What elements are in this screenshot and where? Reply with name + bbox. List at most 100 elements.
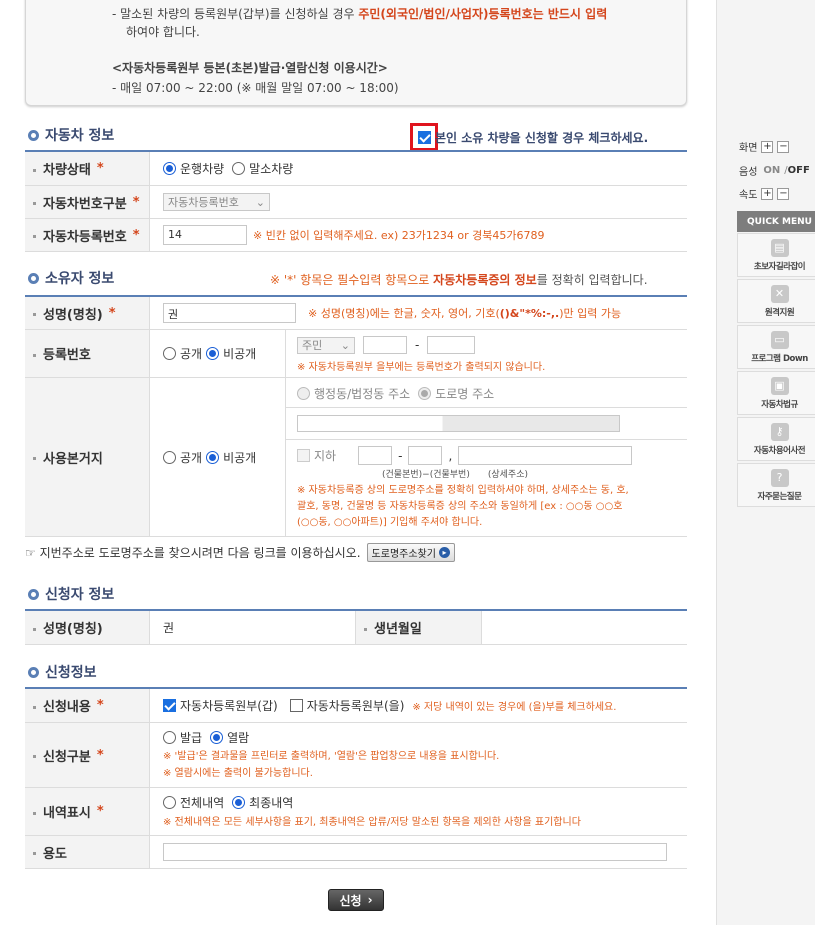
owner-regnum-row: 등록번호 공개 비공개 주민 ⌄ - ※ 자동차등록원부 을부에는 등록번호가 출…	[25, 330, 687, 378]
applicant-row: 성명(명칭) 권 생년월일	[25, 611, 687, 645]
owner-address-label: 사용본거지	[25, 378, 150, 536]
history-label: 내역표시 *	[25, 788, 150, 835]
number-type-label: 자동차번호구분 *	[25, 186, 150, 218]
zoom-out-button[interactable]: −	[777, 140, 790, 153]
request-type-label: 신청구분 *	[25, 723, 150, 787]
request-table: 신청내용 * 자동차등록원부(갑) 자동차등록원부(을) ※ 저당 내역이 있는 …	[25, 687, 687, 869]
voice-on-toggle[interactable]: ON	[763, 165, 780, 176]
key-icon: ⚷	[770, 422, 789, 441]
voice-off-toggle[interactable]: OFF	[788, 165, 810, 176]
own-vehicle-checkbox[interactable]	[418, 131, 431, 144]
request-content-note: ※ 저당 내역이 있는 경우에 (을)부를 체크하세요.	[412, 702, 617, 713]
vehicle-status-row: 차량상태 * 운행차량 말소차량	[25, 152, 687, 186]
history-all-radio[interactable]: 전체내역	[163, 794, 224, 811]
notice-line1: - 말소된 차량의 등록원부(갑부)를 신청하실 경우 주민(외국인/법인/사업…	[112, 7, 608, 21]
reg-number-label: 자동차등록번호 *	[25, 219, 150, 251]
bldg-sub-input[interactable]	[408, 446, 443, 465]
speed-control: 속도 + −	[739, 187, 790, 201]
view-radio[interactable]: 열람	[210, 729, 249, 746]
owner-name-input[interactable]: 권	[163, 303, 296, 323]
speed-up-button[interactable]: +	[761, 187, 774, 200]
basement-checkbox[interactable]: 지하	[297, 447, 336, 464]
quick-remote-support[interactable]: ✕ 원격지원	[737, 279, 815, 323]
purpose-row: 용도	[25, 836, 687, 869]
road-address-search-button[interactable]: 도로명주소찾기 ▸	[366, 543, 455, 562]
quick-menu-header: QUICK MENU	[737, 211, 815, 232]
history-final-radio[interactable]: 최종내역	[232, 794, 293, 811]
own-vehicle-checkbox-row[interactable]: 본인 소유 차량을 신청할 경우 체크하세요.	[418, 129, 648, 146]
owner-address-row: 사용본거지 공개 비공개 행정동/법정동 주소 도로명 주소 지하 - , (건…	[25, 378, 687, 537]
applicant-name-label: 성명(명칭)	[25, 611, 150, 644]
monitor-icon: ▭	[770, 330, 789, 349]
submit-button[interactable]: 신청 ›	[328, 889, 384, 911]
history-note: ※ 전체내역은 모든 세부사항을 표기, 최종내역은 압류/저당 말소된 항목을…	[163, 817, 581, 828]
request-content-row: 신청내용 * 자동차등록원부(갑) 자동차등록원부(을) ※ 저당 내역이 있는 …	[25, 689, 687, 723]
right-sidebar: 화면 + − 음성 ON / OFF 속도 + − QUICK MENU ▤ 초보자길…	[716, 0, 815, 925]
vehicle-table: 차량상태 * 운행차량 말소차량 자동차번호구분 * 자동차등록번호 ⌄ 자동차등록번…	[25, 150, 687, 252]
regnum-private-radio[interactable]: 비공개	[206, 345, 256, 362]
detail-address-input[interactable]	[458, 446, 633, 465]
screen-zoom-control: 화면 + −	[739, 140, 790, 154]
document-icon: ▤	[770, 238, 789, 257]
addr-captions: (건물본번)−(건물부번) (상세주소)	[382, 470, 529, 480]
request-type-row: 신청구분 * 발급 열람 ※ '발급'은 결과물을 프린터로 출력하며, '열람'…	[25, 723, 687, 788]
bldg-main-input[interactable]	[358, 446, 393, 465]
owner-table: 성명(명칭) * 권 ※ 성명(명칭)에는 한글, 숫자, 영어, 기호(()&"…	[25, 295, 687, 537]
addr-admin-radio[interactable]: 행정동/법정동 주소	[297, 385, 410, 402]
purpose-label: 용도	[25, 836, 150, 868]
zoom-in-button[interactable]: +	[761, 140, 774, 153]
voice-control: 음성 ON / OFF	[739, 165, 810, 178]
quick-program-download[interactable]: ▭ 프로그램 Down	[737, 325, 815, 369]
reg-number-row: 자동차등록번호 * 14 ※ 빈칸 없이 입력해주세요. ex) 23가1234 …	[25, 219, 687, 252]
notice-box: - 말소된 차량의 등록원부(갑부)를 신청하실 경우 주민(외국인/법인/사업…	[25, 0, 687, 106]
owner-name-hint: ※ 성명(명칭)에는 한글, 숫자, 영어, 기호(()&"*%:-,.)만 입…	[308, 307, 622, 320]
register-a-checkbox[interactable]: 자동차등록원부(갑)	[163, 697, 278, 714]
request-type-note: ※ '발급'은 결과물을 프린터로 출력하며, '열람'은 팝업창으로 내용을 …	[163, 751, 500, 779]
hours-text: - 매일 07:00 ~ 22:00 (※ 매월 말일 07:00 ~ 18:0…	[112, 81, 399, 95]
applicant-table: 성명(명칭) 권 생년월일	[25, 609, 687, 645]
chevron-right-icon: ▸	[438, 547, 450, 558]
register-b-checkbox[interactable]: 자동차등록원부(을)	[289, 697, 404, 714]
owner-name-label: 성명(명칭) *	[25, 297, 150, 329]
notice-line2: 하여야 합니다.	[126, 25, 200, 39]
addr-private-radio[interactable]: 비공개	[206, 449, 256, 466]
owner-name-row: 성명(명칭) * 권 ※ 성명(명칭)에는 한글, 숫자, 영어, 기호(()&"…	[25, 297, 687, 330]
id-type-select[interactable]: 주민 ⌄	[297, 336, 355, 354]
id-back-input[interactable]	[427, 336, 476, 354]
history-row: 내역표시 * 전체내역 최종내역 ※ 전체내역은 모든 세부사항을 표기, 최종내…	[25, 788, 687, 836]
speed-down-button[interactable]: −	[777, 187, 790, 200]
quick-faq[interactable]: ? 자주묻는질문	[737, 463, 815, 507]
quick-vehicle-dictionary[interactable]: ⚷ 자동차용어사전	[737, 417, 815, 461]
car-icon: ▣	[770, 376, 789, 395]
owner-regnum-label: 등록번호	[25, 330, 150, 377]
section-applicant-title: 신청자 정보	[28, 584, 114, 604]
quick-vehicle-law[interactable]: ▣ 자동차법규	[737, 371, 815, 415]
addr-public-radio[interactable]: 공개	[163, 449, 202, 466]
reg-number-hint: ※ 빈칸 없이 입력해주세요. ex) 23가1234 or 경북45가6789	[253, 229, 545, 242]
applicant-birth-label: 생년월일	[355, 611, 482, 644]
issue-radio[interactable]: 발급	[163, 729, 202, 746]
status-active-radio[interactable]: 운행차량	[163, 160, 224, 177]
reg-number-input[interactable]: 14	[163, 225, 247, 245]
addr-road-radio[interactable]: 도로명 주소	[418, 385, 494, 402]
regnum-public-radio[interactable]: 공개	[163, 345, 202, 362]
tools-icon: ✕	[770, 284, 789, 303]
applicant-name-value: 권	[163, 621, 175, 635]
status-label: 차량상태 *	[25, 152, 150, 185]
request-content-label: 신청내용 *	[25, 689, 150, 722]
road-address-link-row: ☞ 지번주소로 도로명주소를 찾으시려면 다음 링크를 이용하십시오. 도로명주…	[25, 543, 455, 562]
section-vehicle-title: 자동차 정보	[28, 125, 114, 145]
status-deregistered-radio[interactable]: 말소차량	[232, 160, 293, 177]
required-note: ※ '*' 항목은 필수입력 항목으로 자동차등록증의 정보를 정확히 입력합니…	[270, 273, 648, 287]
addr-note: ※ 자동차등록증 상의 도로명주소를 정확히 입력하셔야 하며, 상세주소는 동…	[297, 485, 629, 528]
purpose-input[interactable]	[163, 843, 667, 861]
road-address-input[interactable]	[297, 415, 620, 432]
chevron-down-icon: ⌄	[255, 195, 265, 209]
chevron-right-icon: ›	[367, 893, 373, 907]
section-request-title: 신청정보	[28, 662, 97, 682]
id-front-input[interactable]	[363, 336, 407, 354]
quick-beginner-guide[interactable]: ▤ 초보자길라잡이	[737, 233, 815, 277]
number-type-select[interactable]: 자동차등록번호 ⌄	[163, 193, 270, 211]
section-owner-title: 소유자 정보	[28, 268, 114, 288]
hours-title: <자동차등록원부 등본(초본)발급·열람신청 이용시간>	[112, 61, 388, 75]
